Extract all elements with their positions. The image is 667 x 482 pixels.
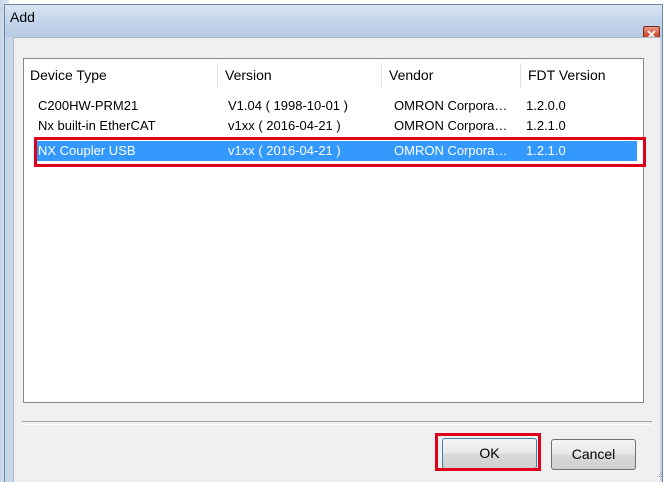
device-type-cell: Nx built-in EtherCAT <box>38 118 156 133</box>
device-list[interactable]: Device Type Version Vendor FDT Version C… <box>23 58 644 403</box>
device-type-cell: C200HW-PRM21 <box>38 98 139 113</box>
column-separator[interactable] <box>217 63 218 88</box>
list-item[interactable]: C200HW-PRM21 V1.04 ( 1998-10-01 ) OMRON … <box>24 96 643 116</box>
list-header: Device Type Version Vendor FDT Version <box>24 59 643 92</box>
column-separator[interactable] <box>381 63 382 88</box>
fdt-version-cell: 1.2.1.0 <box>526 118 566 133</box>
column-header-device-type[interactable]: Device Type <box>24 59 214 92</box>
dialog-title: Add <box>10 9 35 25</box>
vendor-cell: OMRON Corpora… <box>394 118 508 133</box>
button-divider <box>22 421 652 425</box>
resize-grip-icon[interactable] <box>655 470 663 478</box>
column-header-version[interactable]: Version <box>219 59 379 92</box>
title-bar[interactable]: Add <box>5 5 662 37</box>
list-item[interactable]: Nx built-in EtherCAT v1xx ( 2016-04-21 )… <box>24 116 643 136</box>
version-cell: v1xx ( 2016-04-21 ) <box>228 118 341 133</box>
fdt-version-cell: 1.2.0.0 <box>526 98 566 113</box>
vendor-cell: OMRON Corpora… <box>394 98 508 113</box>
ok-highlight-box <box>435 433 541 471</box>
column-separator[interactable] <box>520 63 521 88</box>
column-header-vendor[interactable]: Vendor <box>383 59 519 92</box>
column-header-fdt-version[interactable]: FDT Version <box>522 59 632 92</box>
version-cell: V1.04 ( 1998-10-01 ) <box>228 98 348 113</box>
selection-highlight-box <box>34 137 646 167</box>
cancel-button[interactable]: Cancel <box>551 439 636 470</box>
